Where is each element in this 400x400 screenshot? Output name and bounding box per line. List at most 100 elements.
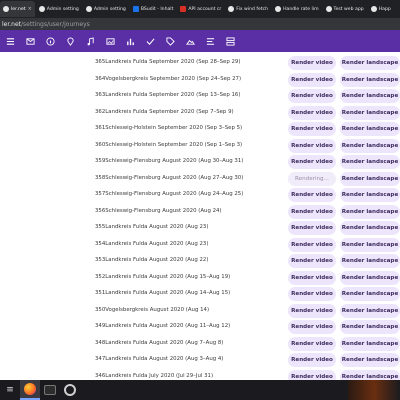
- email-icon[interactable]: [20, 30, 40, 52]
- journey-row: 350Vogelsbergkreis August 2020 (Aug 14) R…: [0, 303, 400, 320]
- journey-title: 349Landkreis Fulda August 2020 (Aug 11–A…: [95, 323, 231, 329]
- list-icon[interactable]: [200, 30, 220, 52]
- menu-icon[interactable]: [0, 30, 20, 52]
- app-icon: [3, 6, 9, 12]
- browser-tab[interactable]: Test web app: [323, 1, 367, 17]
- render-video-button[interactable]: Render video: [288, 89, 336, 103]
- render-video-button[interactable]: Render video: [288, 122, 336, 136]
- render-landscape-button[interactable]: Render landscape: [340, 155, 400, 169]
- journey-row: 346Landkreis Fulda July 2020 (Jul 29–Jul…: [0, 369, 400, 380]
- location-icon[interactable]: [60, 30, 80, 52]
- render-video-button[interactable]: Render video: [288, 369, 336, 380]
- tab-label: BSudit - Inhalt: [140, 6, 174, 12]
- journey-row: 357Schleswig-Flensburg August 2020 (Aug …: [0, 188, 400, 204]
- journey-title: 353Landkreis Fulda August 2020 (Aug 22): [95, 257, 209, 263]
- render-landscape-button[interactable]: Render landscape: [340, 336, 400, 351]
- browser-tab[interactable]: Fix wind fetch: [225, 1, 271, 17]
- render-landscape-button[interactable]: Render landscape: [340, 72, 400, 87]
- start-icon: ≡: [6, 385, 14, 395]
- browser-tab[interactable]: API account cr: [177, 1, 224, 17]
- render-video-button[interactable]: Render video: [288, 336, 336, 351]
- address-bar[interactable]: ler.net/settings/user/journeys: [0, 18, 400, 30]
- journey-title: 346Landkreis Fulda July 2020 (Jul 29–Jul…: [95, 372, 214, 379]
- render-video-button[interactable]: Render video: [288, 72, 336, 87]
- browser-tab[interactable]: Handle rate lim: [272, 1, 321, 17]
- journey-row: 351Landkreis Fulda August 2020 (Aug 14–A…: [0, 287, 400, 303]
- system-tray: [348, 380, 400, 400]
- start-button[interactable]: ≡: [0, 380, 20, 400]
- render-landscape-button[interactable]: Render landscape: [340, 188, 400, 202]
- journey-row: 360Schleswig-Holstein September 2020 (Se…: [0, 138, 400, 155]
- render-video-button[interactable]: Render video: [288, 138, 336, 153]
- browser-tab[interactable]: BSudit - Inhalt: [130, 1, 177, 17]
- url-text[interactable]: ler.net/settings/user/journeys: [2, 21, 90, 28]
- render-video-button[interactable]: Render video: [288, 254, 336, 268]
- journey-row: 347Landkreis Fulda August 2020 (Aug 3–Au…: [0, 353, 400, 369]
- render-landscape-button[interactable]: Render landscape: [340, 287, 400, 301]
- stack-icon[interactable]: [220, 30, 240, 52]
- render-landscape-button[interactable]: Render landscape: [340, 204, 400, 219]
- image-icon[interactable]: [100, 30, 120, 52]
- render-landscape-button[interactable]: Render landscape: [340, 171, 400, 186]
- settings-task[interactable]: [60, 380, 80, 400]
- render-video-button[interactable]: Render video: [288, 221, 336, 235]
- close-tab-icon[interactable]: ×: [28, 6, 32, 12]
- journey-row: 349Landkreis Fulda August 2020 (Aug 11–A…: [0, 320, 400, 336]
- render-video-button[interactable]: Render video: [288, 155, 336, 169]
- render-landscape-button[interactable]: Render landscape: [340, 320, 400, 334]
- render-landscape-button[interactable]: Render landscape: [340, 122, 400, 136]
- render-landscape-button[interactable]: Render landscape: [340, 270, 400, 285]
- github-icon: [85, 6, 92, 12]
- journey-title: 360Schleswig-Holstein September 2020 (Se…: [95, 141, 243, 148]
- render-landscape-button[interactable]: Render landscape: [340, 138, 400, 153]
- render-video-button[interactable]: Render video: [288, 204, 336, 219]
- browser-tab[interactable]: Admin setting: [36, 1, 82, 17]
- render-landscape-button[interactable]: Render landscape: [340, 353, 400, 367]
- render-landscape-button[interactable]: Render landscape: [340, 254, 400, 268]
- render-landscape-button[interactable]: Render landscape: [340, 89, 400, 103]
- journey-title: 358Schleswig-Flensburg August 2020 (Aug …: [95, 174, 244, 181]
- render-video-button[interactable]: Render video: [288, 270, 336, 285]
- render-landscape-button[interactable]: Render landscape: [340, 369, 400, 380]
- render-video-button[interactable]: Render video: [288, 287, 336, 301]
- chart-icon[interactable]: [120, 30, 140, 52]
- terminal-task[interactable]: [40, 380, 60, 400]
- terrain-icon[interactable]: [180, 30, 200, 52]
- tag-icon[interactable]: [160, 30, 180, 52]
- render-video-button[interactable]: Render video: [288, 320, 336, 334]
- browser-tab[interactable]: Happ: [368, 1, 394, 17]
- url-host: ler.net: [2, 20, 22, 28]
- browser-tab[interactable]: ler.net ×: [0, 1, 35, 17]
- journey-title: 364Vogelsbergkreis September 2020 (Sep 2…: [95, 75, 242, 82]
- rendering-status: Rendering...: [288, 171, 336, 186]
- render-landscape-button[interactable]: Render landscape: [340, 221, 400, 235]
- journey-title: 354Landkreis Fulda August 2020 (Aug 23): [95, 240, 209, 247]
- github-icon: [275, 6, 282, 12]
- render-video-button[interactable]: Render video: [288, 303, 336, 318]
- journey-row: 365Landkreis Fulda September 2020 (Sep 2…: [0, 56, 400, 72]
- info-icon[interactable]: [40, 30, 60, 52]
- render-landscape-button[interactable]: Render landscape: [340, 303, 400, 318]
- render-video-button[interactable]: Render video: [288, 188, 336, 202]
- github-icon: [370, 6, 377, 12]
- journey-row: 352Landkreis Fulda August 2020 (Aug 15–A…: [0, 270, 400, 287]
- check-icon[interactable]: [140, 30, 160, 52]
- tab-label: Happ: [378, 6, 391, 12]
- render-video-button[interactable]: Render video: [288, 353, 336, 367]
- terminal-icon: [44, 385, 56, 395]
- render-video-button[interactable]: Render video: [288, 237, 336, 252]
- render-landscape-button[interactable]: Render landscape: [340, 105, 400, 120]
- render-landscape-button[interactable]: Render landscape: [340, 56, 400, 70]
- firefox-task[interactable]: [20, 380, 40, 400]
- youtube-icon: [180, 6, 187, 12]
- journey-title: 362Landkreis Fulda September 2020 (Sep 7…: [95, 108, 234, 115]
- journey-list: 365Landkreis Fulda September 2020 (Sep 2…: [0, 56, 400, 380]
- render-landscape-button[interactable]: Render landscape: [340, 237, 400, 252]
- music-icon[interactable]: [80, 30, 100, 52]
- journey-title: 352Landkreis Fulda August 2020 (Aug 15–A…: [95, 273, 231, 280]
- journey-row: 359Schleswig-Flensburg August 2020 (Aug …: [0, 155, 400, 171]
- browser-tab[interactable]: Admin setting: [83, 1, 129, 17]
- render-video-button[interactable]: Render video: [288, 56, 336, 70]
- render-video-button[interactable]: Render video: [288, 105, 336, 120]
- journey-title: 356Schleswig-Flensburg August 2020 (Aug …: [95, 207, 222, 214]
